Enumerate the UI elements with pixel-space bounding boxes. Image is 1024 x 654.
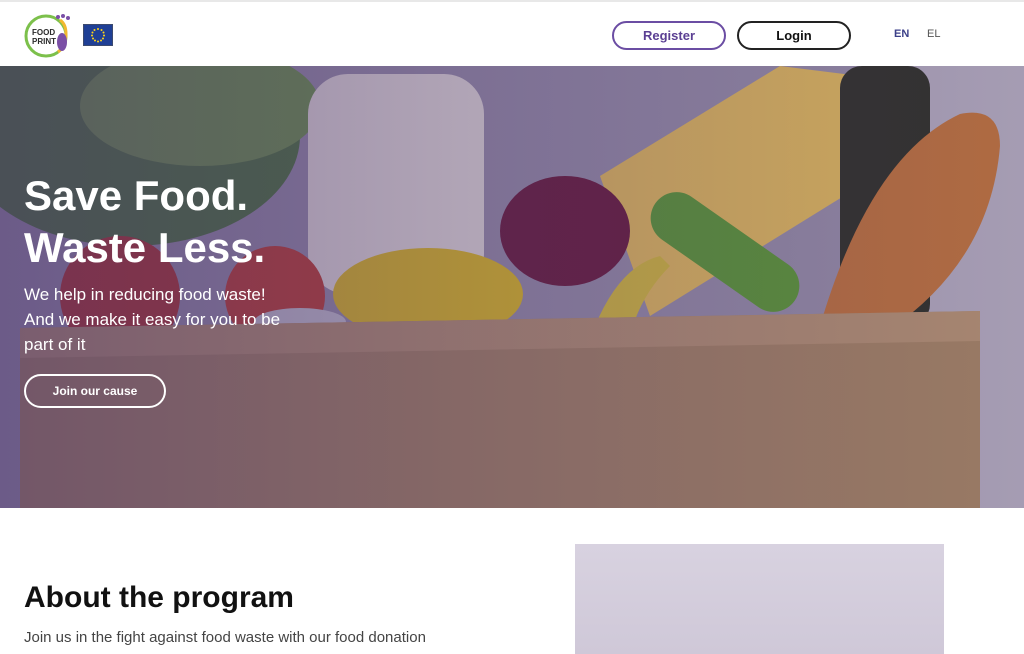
about-image	[575, 544, 944, 654]
foodprint-logo-icon[interactable]: FOOD PRINT	[24, 12, 74, 58]
hero-banner: Save Food. Waste Less. We help in reduci…	[0, 66, 1024, 508]
logo-text-print: PRINT	[32, 37, 56, 46]
hero-subtitle: We help in reducing food waste! And we m…	[24, 285, 281, 354]
language-el-link[interactable]: EL	[927, 28, 940, 40]
about-title: About the program	[24, 581, 294, 614]
logo-text-food: FOOD	[32, 28, 55, 37]
hero-title-line-1: Save Food.	[24, 172, 249, 219]
language-en-link[interactable]: EN	[894, 28, 909, 40]
login-button[interactable]: Login	[737, 21, 851, 50]
hero-title: Save Food. Waste Less.	[24, 170, 265, 274]
site-header: FOOD PRINT Register Login EN EL	[0, 0, 1024, 66]
about-text: Join us in the fight against food waste …	[24, 629, 426, 646]
eu-flag-icon	[83, 24, 113, 46]
register-button[interactable]: Register	[612, 21, 726, 50]
join-our-cause-button[interactable]: Join our cause	[24, 374, 166, 408]
hero-title-line-2: Waste Less.	[24, 224, 266, 271]
